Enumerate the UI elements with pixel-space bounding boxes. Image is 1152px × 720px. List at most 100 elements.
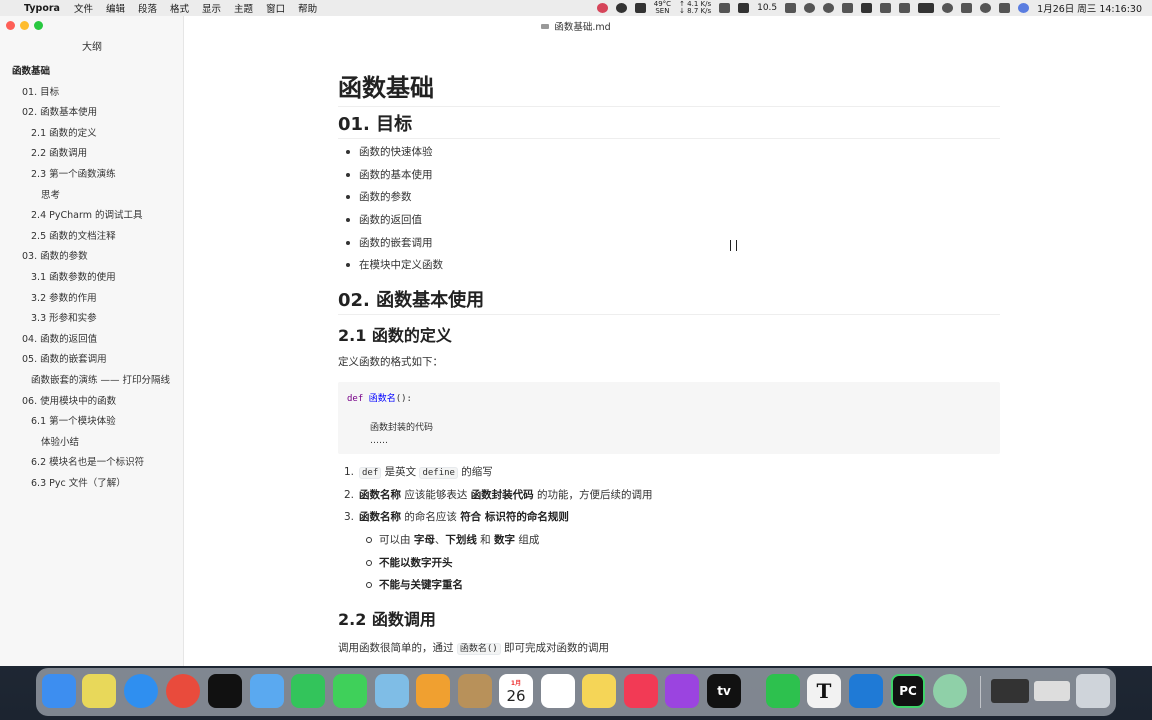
control-icon[interactable] (999, 3, 1011, 13)
list-item: 函数的参数 (346, 189, 443, 212)
wechat-icon[interactable] (766, 674, 800, 708)
net-down: ↓ 8.7 K/s (679, 7, 712, 15)
cpu-temp-readout[interactable]: 49°C SEN (654, 1, 671, 15)
speed-readout[interactable]: 10.5 (757, 3, 777, 13)
outline-item[interactable]: 2.5 函数的文档注释 (0, 227, 184, 248)
menu-file[interactable]: 文件 (74, 1, 93, 15)
outline-item[interactable]: 6.3 Pyc 文件（了解） (0, 474, 184, 495)
window-status-icon[interactable] (842, 3, 854, 13)
outline-item[interactable]: 6.1 第一个模块体验 (0, 412, 184, 433)
list-item: 不能以数字开头 (366, 555, 539, 578)
vscode-icon[interactable] (849, 674, 883, 708)
minimize-button[interactable] (20, 21, 29, 30)
menu-theme[interactable]: 主题 (234, 1, 253, 15)
bluetooth-icon[interactable] (899, 3, 911, 13)
s-app-status-icon[interactable] (861, 3, 873, 13)
notes-icon[interactable] (582, 674, 616, 708)
outline-item[interactable]: 03. 函数的参数 (0, 247, 184, 268)
menu-paragraph[interactable]: 段落 (138, 1, 157, 15)
zoom-button[interactable] (34, 21, 43, 30)
clock-datetime[interactable]: 1月26日 周三 14:16:30 (1037, 1, 1142, 15)
ev-recorder-icon[interactable] (933, 674, 967, 708)
outline-item[interactable]: 04. 函数的返回值 (0, 330, 184, 351)
menu-edit[interactable]: 编辑 (106, 1, 125, 15)
recent-window-thumbnail-icon[interactable] (1034, 681, 1070, 701)
music-icon[interactable] (624, 674, 658, 708)
terminal-icon[interactable] (208, 674, 242, 708)
menu-help[interactable]: 帮助 (298, 1, 317, 15)
outline-item[interactable]: 2.3 第一个函数演练 (0, 165, 184, 186)
spotlight-search-icon[interactable] (980, 3, 992, 13)
photos-icon[interactable] (416, 674, 450, 708)
ordered-list: 1. def 是英文 define 的缩写 2. 函数名称 应该能够表达 函数封… (344, 464, 653, 532)
outline-item[interactable]: 2.4 PyCharm 的调试工具 (0, 206, 184, 227)
menu-bar: Typora 文件 编辑 段落 格式 显示 主题 窗口 帮助 49°C SEN … (0, 0, 1152, 16)
finder-icon[interactable] (42, 674, 76, 708)
list-item: 函数的嵌套调用 (346, 235, 443, 258)
outline-item[interactable]: 函数嵌套的演练 —— 打印分隔线 (0, 371, 184, 392)
outline-item[interactable]: 思考 (0, 186, 184, 207)
siri-icon[interactable] (1018, 3, 1030, 13)
pycharm-icon[interactable]: PC (891, 674, 925, 708)
bold-text: 函数名称 (359, 511, 401, 524)
code-block[interactable]: def 函数名(): 函数封装的代码 …… (338, 382, 1000, 454)
network-readout[interactable]: ↑ 4.1 K/s ↓ 8.7 K/s (679, 1, 711, 15)
outline-item[interactable]: 2.1 函数的定义 (0, 124, 184, 145)
bold-text: 下划线 (445, 534, 477, 546)
list-item: 2. 函数名称 应该能够表达 函数封装代码 的功能，方便后续的调用 (344, 487, 653, 510)
outline-item[interactable]: 2.2 函数调用 (0, 144, 184, 165)
clock-status-icon[interactable] (823, 3, 835, 13)
close-button[interactable] (6, 21, 15, 30)
app-menu[interactable]: Typora (24, 3, 60, 14)
outline-item[interactable]: 05. 函数的嵌套调用 (0, 350, 184, 371)
apple-tv-icon[interactable]: tv (707, 674, 741, 708)
text: 应该能够表达 (401, 488, 471, 501)
list-number: 1. (344, 466, 355, 478)
record-status-icon[interactable] (804, 3, 816, 13)
trash-icon[interactable] (1076, 674, 1110, 708)
menu-window[interactable]: 窗口 (266, 1, 285, 15)
outline-item[interactable]: 06. 使用模块中的函数 (0, 392, 184, 413)
menu-format[interactable]: 格式 (170, 1, 189, 15)
podcasts-icon[interactable] (665, 674, 699, 708)
mail-icon[interactable] (250, 674, 284, 708)
outline-item[interactable]: 02. 函数基本使用 (0, 103, 184, 124)
calendar-day: 26 (506, 686, 526, 705)
status-app-icon[interactable] (596, 3, 608, 13)
outline-item[interactable]: 3.3 形参和实参 (0, 309, 184, 330)
list-number: 3. (344, 511, 355, 524)
calendar-icon[interactable]: 1月 26 (499, 674, 533, 708)
bird-status-icon[interactable] (785, 3, 797, 13)
reminders-icon[interactable] (541, 674, 575, 708)
outline-item[interactable]: 6.2 模块名也是一个标识符 (0, 453, 184, 474)
safari-icon[interactable] (124, 674, 158, 708)
contacts-icon[interactable] (458, 674, 492, 708)
outline-item[interactable]: 函数基础 (0, 62, 184, 83)
outline-item[interactable]: 01. 目标 (0, 83, 184, 104)
outline-item[interactable]: 3.2 参数的作用 (0, 289, 184, 310)
code-line-body: 函数封装的代码 (370, 420, 433, 433)
dock-separator (980, 676, 981, 708)
chrome-icon[interactable] (166, 674, 200, 708)
control-center-icon[interactable] (961, 3, 973, 13)
call-paragraph: 调用函数很简单的，通过 函数名() 即可完成对函数的调用 (338, 640, 609, 655)
camera-status-icon[interactable] (719, 3, 731, 13)
recent-window-thumbnail-icon[interactable] (991, 679, 1029, 703)
outline-item[interactable]: 3.1 函数参数的使用 (0, 268, 184, 289)
outline-item[interactable]: 体验小结 (0, 433, 184, 454)
facetime-icon[interactable] (291, 674, 325, 708)
volume-icon[interactable] (880, 3, 892, 13)
doc-title: 函数基础 (338, 68, 1000, 107)
maps-icon[interactable] (375, 674, 409, 708)
typora-icon[interactable]: T (807, 674, 841, 708)
messages-icon[interactable] (333, 674, 367, 708)
list-item: 在模块中定义函数 (346, 257, 443, 280)
menu-view[interactable]: 显示 (202, 1, 221, 15)
wechat-status-icon[interactable] (615, 3, 627, 13)
screen-status-icon[interactable] (738, 3, 750, 13)
code-function-name: 函数名 (368, 394, 396, 404)
bookmark-status-icon[interactable] (634, 3, 646, 13)
launchpad-icon[interactable] (82, 674, 116, 708)
battery-icon[interactable] (918, 3, 935, 13)
wifi-icon[interactable] (942, 3, 954, 13)
